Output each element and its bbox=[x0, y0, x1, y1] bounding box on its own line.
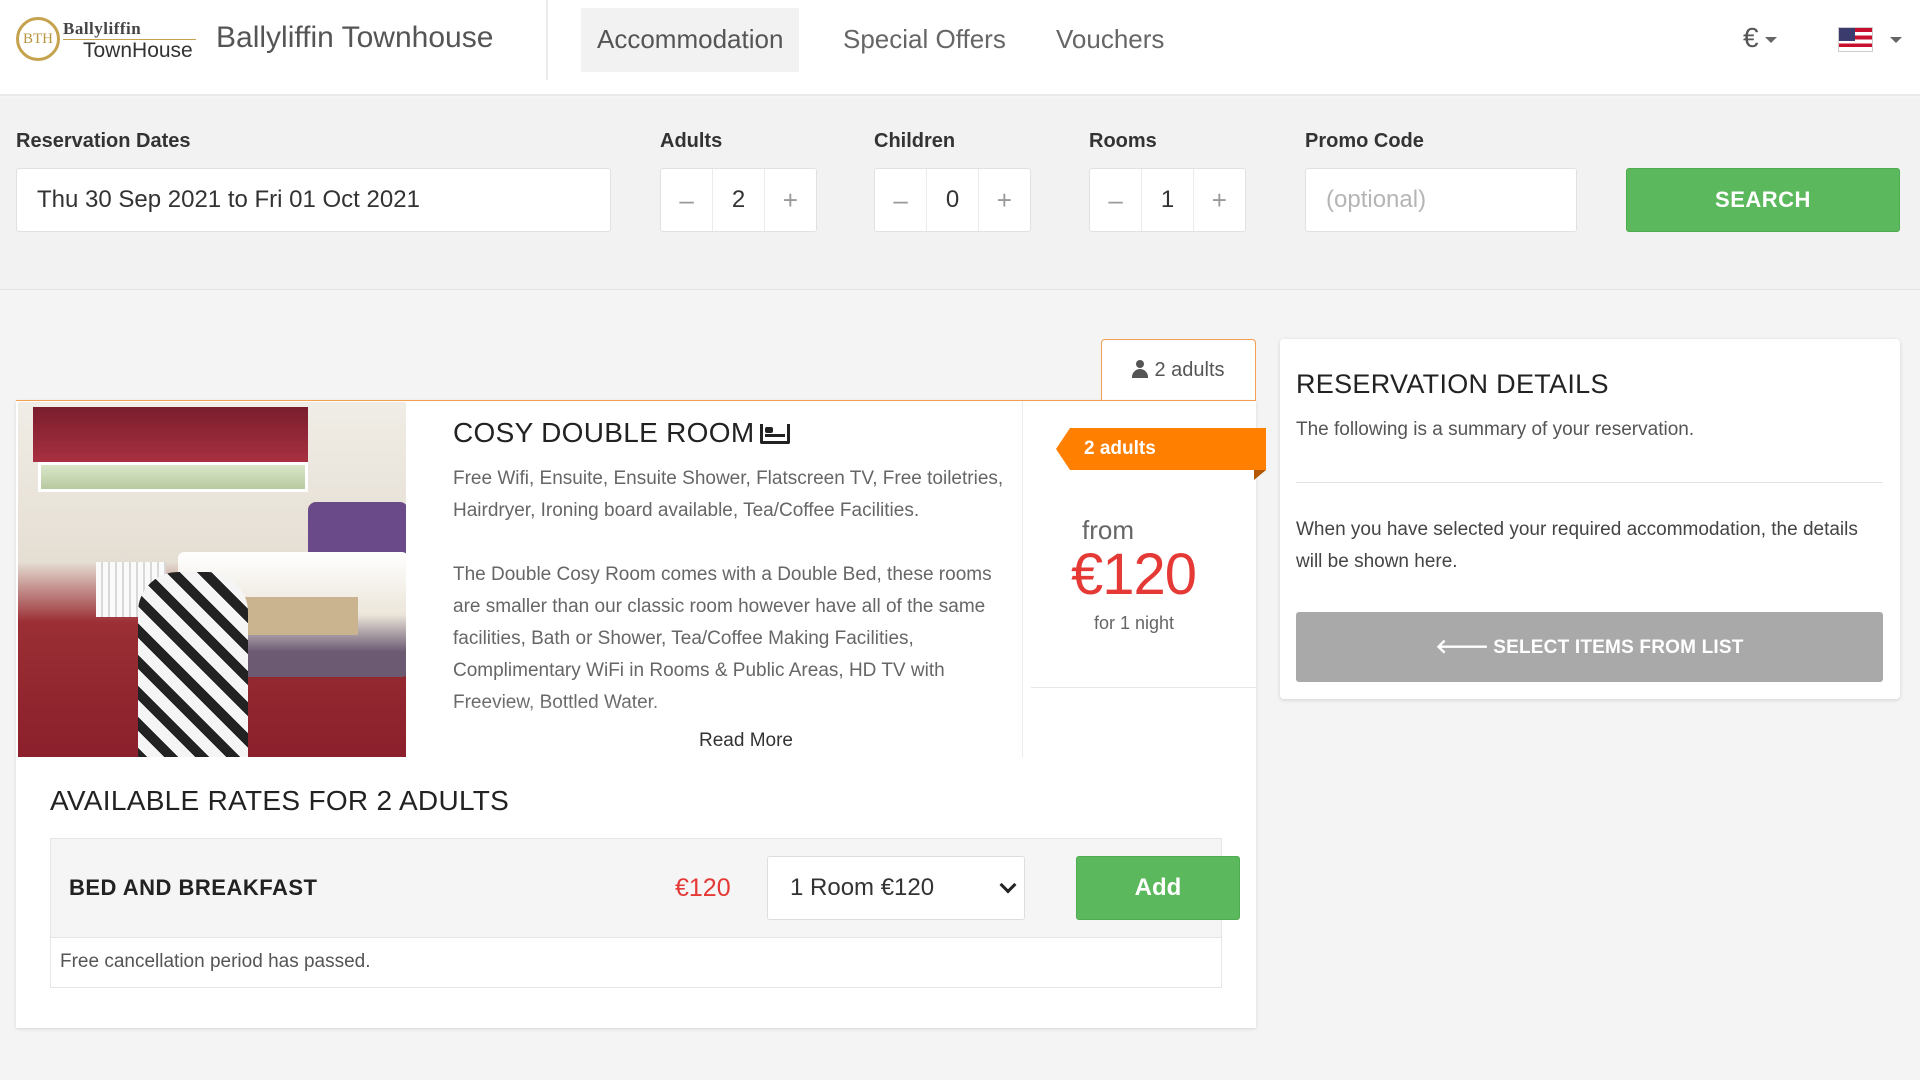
caret-down-icon[interactable] bbox=[1890, 37, 1902, 43]
children-decrement-button[interactable]: – bbox=[875, 169, 926, 231]
room-amenities: Free Wifi, Ensuite, Ensuite Shower, Flat… bbox=[453, 468, 1004, 521]
reservation-dates-label: Reservation Dates bbox=[16, 130, 191, 152]
nav-vouchers[interactable]: Vouchers bbox=[1040, 8, 1180, 72]
room-quantity-value: 1 Room €120 bbox=[790, 874, 935, 901]
currency-dropdown[interactable]: € bbox=[1743, 22, 1777, 54]
rate-price: €120 bbox=[675, 874, 731, 902]
room-title: COSY DOUBLE ROOM bbox=[453, 417, 791, 449]
nav-divider bbox=[546, 0, 548, 80]
children-increment-button[interactable]: + bbox=[979, 169, 1030, 231]
rooms-decrement-button[interactable]: – bbox=[1090, 169, 1141, 231]
rooms-increment-button[interactable]: + bbox=[1194, 169, 1245, 231]
select-items-label: SELECT ITEMS FROM LIST bbox=[1493, 637, 1744, 658]
site-name[interactable]: Ballyliffin Townhouse bbox=[216, 21, 493, 55]
adults-value[interactable]: 2 bbox=[712, 169, 765, 231]
adults-stepper: – 2 + bbox=[660, 168, 817, 232]
price-divider bbox=[1031, 687, 1256, 688]
promo-code-label: Promo Code bbox=[1305, 130, 1424, 152]
room-title-text: COSY DOUBLE ROOM bbox=[453, 417, 755, 448]
reservation-empty-note: When you have selected your required acc… bbox=[1296, 519, 1858, 572]
reservation-divider bbox=[1296, 482, 1883, 483]
room-quantity-select[interactable]: 1 Room €120 bbox=[767, 856, 1025, 920]
room-card: COSY DOUBLE ROOM Free Wifi, Ensuite, Ens… bbox=[16, 400, 1266, 1028]
occupancy-ribbon: 2 adults bbox=[1056, 428, 1266, 470]
reservation-details-title: RESERVATION DETAILS bbox=[1296, 369, 1609, 399]
reservation-details-panel: RESERVATION DETAILS The following is a s… bbox=[1280, 339, 1900, 699]
room-description-text: The Double Cosy Room comes with a Double… bbox=[453, 564, 992, 713]
cancellation-note: Free cancellation period has passed. bbox=[50, 938, 1222, 988]
site-logo[interactable]: BTH Ballyliffin TownHouse bbox=[16, 17, 196, 67]
rate-row: BED AND BREAKFAST €120 1 Room €120 Add bbox=[50, 838, 1240, 938]
children-label: Children bbox=[874, 130, 956, 152]
children-stepper: – 0 + bbox=[874, 168, 1031, 232]
arrow-left-icon: 🡐 bbox=[1435, 636, 1490, 658]
rooms-label: Rooms bbox=[1089, 130, 1157, 152]
search-bar: Reservation Dates Thu 30 Sep 2021 to Fri… bbox=[0, 98, 1920, 290]
rooms-stepper: – 1 + bbox=[1089, 168, 1246, 232]
reservation-dates-input[interactable]: Thu 30 Sep 2021 to Fri 01 Oct 2021 bbox=[16, 168, 611, 232]
promo-code-input[interactable] bbox=[1305, 168, 1577, 232]
logo-wordmark-bottom: TownHouse bbox=[83, 39, 193, 62]
us-flag-icon[interactable] bbox=[1838, 27, 1873, 52]
bed-icon bbox=[760, 424, 791, 444]
logo-wordmark-top: Ballyliffin bbox=[63, 19, 142, 38]
currency-symbol: € bbox=[1743, 22, 1759, 53]
occupancy-tab-label: 2 adults bbox=[1154, 359, 1225, 381]
ribbon-fold bbox=[1254, 470, 1266, 480]
occupancy-tab[interactable]: 2 adults bbox=[1101, 339, 1256, 401]
logo-seal: BTH bbox=[16, 17, 60, 61]
rooms-value[interactable]: 1 bbox=[1141, 169, 1194, 231]
caret-down-icon bbox=[1764, 36, 1777, 43]
add-rate-button[interactable]: Add bbox=[1076, 856, 1240, 920]
room-photo[interactable] bbox=[18, 402, 406, 757]
reservation-summary-text: The following is a summary of your reser… bbox=[1296, 419, 1695, 440]
top-navigation: BTH Ballyliffin TownHouse Ballyliffin To… bbox=[0, 0, 1920, 96]
adults-increment-button[interactable]: + bbox=[765, 169, 816, 231]
nav-special-offers[interactable]: Special Offers bbox=[827, 8, 1022, 72]
search-button[interactable]: SEARCH bbox=[1626, 168, 1900, 232]
adults-decrement-button[interactable]: – bbox=[661, 169, 712, 231]
read-more-link[interactable]: Read More bbox=[681, 726, 811, 756]
column-divider bbox=[1022, 401, 1023, 757]
chevron-down-icon bbox=[999, 876, 1017, 894]
nav-accommodation[interactable]: Accommodation bbox=[581, 8, 800, 72]
children-value[interactable]: 0 bbox=[926, 169, 979, 231]
available-rates-title: AVAILABLE RATES FOR 2 ADULTS bbox=[50, 785, 510, 816]
price-nights-label: for 1 night bbox=[1094, 613, 1175, 633]
adults-label: Adults bbox=[660, 130, 723, 152]
room-price: €120 bbox=[1071, 542, 1197, 607]
person-icon bbox=[1132, 360, 1149, 378]
select-items-button[interactable]: 🡐 SELECT ITEMS FROM LIST bbox=[1296, 612, 1883, 682]
rate-name: BED AND BREAKFAST bbox=[69, 875, 318, 900]
